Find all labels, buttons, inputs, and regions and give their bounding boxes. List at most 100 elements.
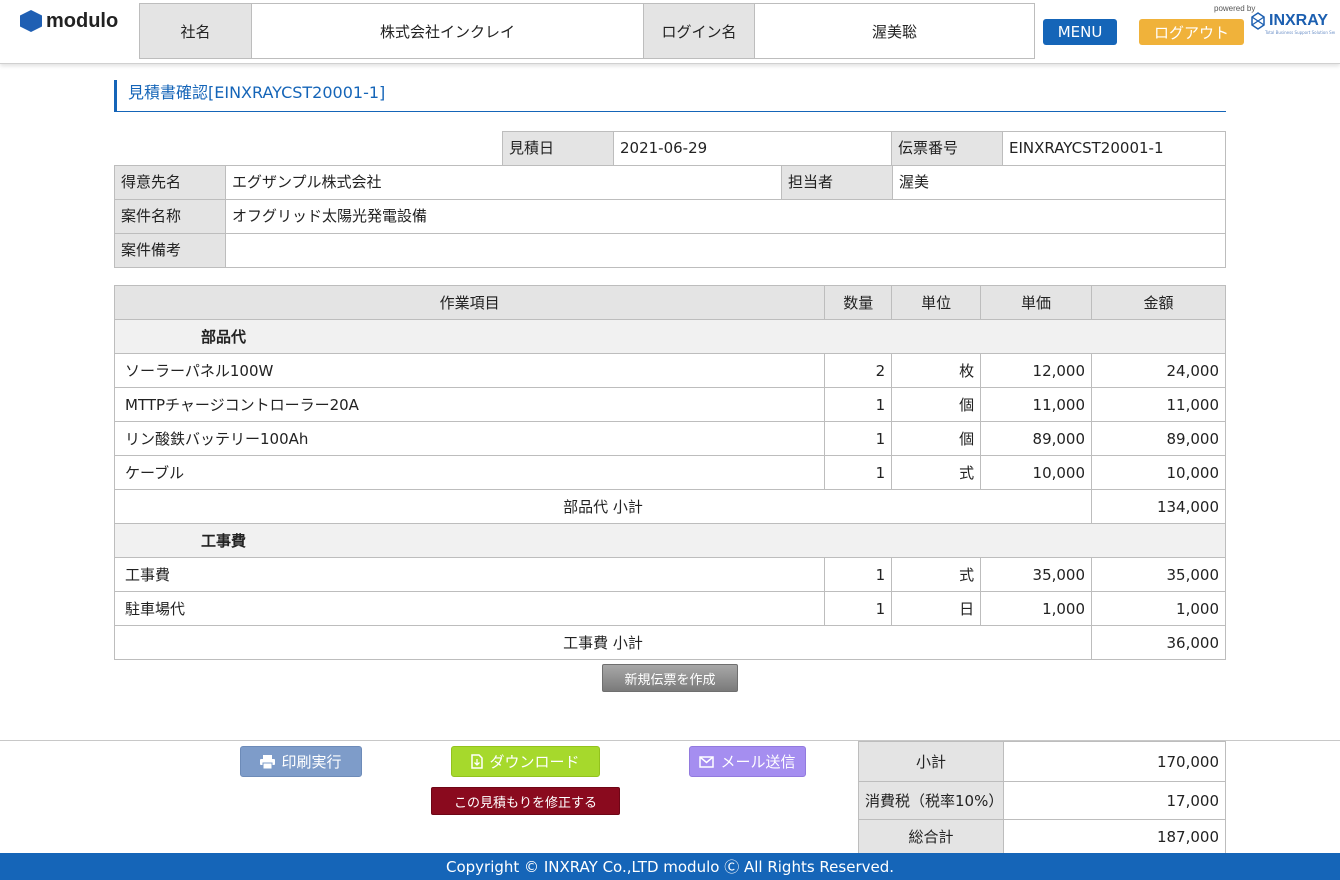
item-name: MTTPチャージコントローラー20A <box>113 387 826 422</box>
project-name-label: 案件名称 <box>114 199 226 234</box>
project-name-value: オフグリッド太陽光発電設備 <box>225 199 1226 234</box>
logo-text: modulo <box>46 9 119 32</box>
item-qty: 2 <box>824 353 893 388</box>
top-header: modulo 社名 株式会社インクレイ ログイン名 渥美聡 MENU ログアウト… <box>0 0 1340 64</box>
grand-total-label: 総合計 <box>858 819 1004 854</box>
file-download-icon <box>471 754 484 769</box>
section-title: 部品代 <box>114 319 1226 354</box>
staff-value: 渥美 <box>892 165 1226 200</box>
subtotal-value: 134,000 <box>1091 489 1226 524</box>
item-price: 89,000 <box>980 421 1093 456</box>
subtotal-label: 小計 <box>858 741 1004 782</box>
subtotal-value: 36,000 <box>1091 625 1226 660</box>
item-price: 35,000 <box>980 557 1093 592</box>
item-unit: 式 <box>891 557 982 592</box>
item-amount: 89,000 <box>1091 421 1226 456</box>
item-amount: 1,000 <box>1091 591 1226 626</box>
line-items-table: 作業項目 数量 単位 単価 金額 部品代 ソーラーパネル100W 2 枚 12,… <box>113 285 1226 660</box>
item-amount: 35,000 <box>1091 557 1226 592</box>
customer-value: エグザンプル株式会社 <box>225 165 782 200</box>
grand-total-value: 187,000 <box>1003 819 1226 854</box>
inxray-mark-icon <box>1251 12 1265 30</box>
login-label: ログイン名 <box>644 4 755 58</box>
login-value: 渥美聡 <box>871 22 917 41</box>
totals-row: 消費税（税率10%） 17,000 <box>858 781 1226 820</box>
table-row: ソーラーパネル100W 2 枚 12,000 24,000 <box>113 353 1226 388</box>
tax-label: 消費税（税率10%） <box>858 781 1004 820</box>
new-slip-button[interactable]: 新規伝票を作成 <box>602 664 738 692</box>
column-header-unit: 単位 <box>891 285 982 320</box>
project-notes-value <box>225 233 1226 268</box>
totals-row: 総合計 187,000 <box>858 819 1226 854</box>
item-qty: 1 <box>824 455 893 490</box>
item-name: 工事費 <box>113 557 826 592</box>
item-amount: 10,000 <box>1091 455 1226 490</box>
item-price: 1,000 <box>980 591 1093 626</box>
section-row: 部品代 <box>114 319 1226 354</box>
mail-send-button[interactable]: メール送信 <box>689 746 806 777</box>
modulo-logo[interactable]: modulo <box>20 9 118 33</box>
estimate-date-label: 見積日 <box>502 131 614 166</box>
page-title: 見積書確認[EINXRAYCST20001-1] <box>114 80 1226 112</box>
hexagon-logo-icon <box>20 10 42 32</box>
item-amount: 24,000 <box>1091 353 1226 388</box>
menu-button[interactable]: MENU <box>1043 19 1117 45</box>
item-unit: 式 <box>891 455 982 490</box>
table-header-row: 作業項目 数量 単位 単価 金額 <box>113 285 1226 320</box>
slip-number-label: 伝票番号 <box>891 131 1003 166</box>
table-row: 駐車場代 1 日 1,000 1,000 <box>113 591 1226 626</box>
item-name: リン酸鉄バッテリー100Ah <box>113 421 826 456</box>
edit-estimate-button[interactable]: この見積もりを修正する <box>431 787 620 815</box>
table-row: 工事費 1 式 35,000 35,000 <box>113 557 1226 592</box>
footer-copyright: Copyright © INXRAY Co.,LTD modulo Ⓒ All … <box>0 853 1340 880</box>
item-unit: 個 <box>891 421 982 456</box>
table-row: リン酸鉄バッテリー100Ah 1 個 89,000 89,000 <box>113 421 1226 456</box>
download-button[interactable]: ダウンロード <box>451 746 600 777</box>
inxray-logo: INXRAY <box>1249 12 1328 30</box>
item-name: ケーブル <box>113 455 826 490</box>
subtotal-value: 170,000 <box>1003 741 1226 782</box>
column-header-unit-price: 単価 <box>980 285 1093 320</box>
column-header-amount: 金額 <box>1091 285 1226 320</box>
tax-value: 17,000 <box>1003 781 1226 820</box>
item-name: 駐車場代 <box>113 591 826 626</box>
item-qty: 1 <box>824 387 893 422</box>
item-name: ソーラーパネル100W <box>113 353 826 388</box>
company-value: 株式会社インクレイ <box>252 4 644 58</box>
subtotal-label: 工事費 小計 <box>113 625 1093 660</box>
slip-number-value: EINXRAYCST20001-1 <box>1002 131 1226 166</box>
item-amount: 11,000 <box>1091 387 1226 422</box>
print-button-label: 印刷実行 <box>281 753 342 771</box>
subtotal-row: 部品代 小計 134,000 <box>113 489 1226 524</box>
subtotal-row: 工事費 小計 36,000 <box>113 625 1226 660</box>
printer-icon <box>260 754 276 769</box>
estimate-info-grid: 見積日 2021-06-29 伝票番号 EINXRAYCST20001-1 得意… <box>114 131 1226 268</box>
totals-row: 小計 170,000 <box>858 741 1226 782</box>
download-button-label: ダウンロード <box>489 753 580 771</box>
inxray-brand-text: INXRAY <box>1269 12 1328 29</box>
company-label: 社名 <box>140 4 252 58</box>
table-row: MTTPチャージコントローラー20A 1 個 11,000 11,000 <box>113 387 1226 422</box>
table-row: ケーブル 1 式 10,000 10,000 <box>113 455 1226 490</box>
item-qty: 1 <box>824 591 893 626</box>
item-unit: 日 <box>891 591 982 626</box>
totals-table: 小計 170,000 消費税（税率10%） 17,000 総合計 187,000 <box>858 741 1226 854</box>
item-price: 11,000 <box>980 387 1093 422</box>
account-info-bar: 社名 株式会社インクレイ ログイン名 渥美聡 <box>139 3 1035 59</box>
mail-button-label: メール送信 <box>720 753 796 771</box>
inxray-tagline: Total Business Support Solution Service <box>1265 30 1335 35</box>
logout-button[interactable]: ログアウト <box>1139 19 1244 45</box>
envelope-icon <box>699 755 715 768</box>
column-header-work-item: 作業項目 <box>113 285 826 320</box>
print-button[interactable]: 印刷実行 <box>240 746 362 777</box>
section-title: 工事費 <box>114 523 1226 558</box>
project-notes-label: 案件備考 <box>114 233 226 268</box>
item-qty: 1 <box>824 557 893 592</box>
subtotal-label: 部品代 小計 <box>113 489 1093 524</box>
item-price: 10,000 <box>980 455 1093 490</box>
column-header-quantity: 数量 <box>824 285 893 320</box>
estimate-date-value: 2021-06-29 <box>613 131 892 166</box>
item-price: 12,000 <box>980 353 1093 388</box>
staff-label: 担当者 <box>781 165 893 200</box>
customer-label: 得意先名 <box>114 165 226 200</box>
